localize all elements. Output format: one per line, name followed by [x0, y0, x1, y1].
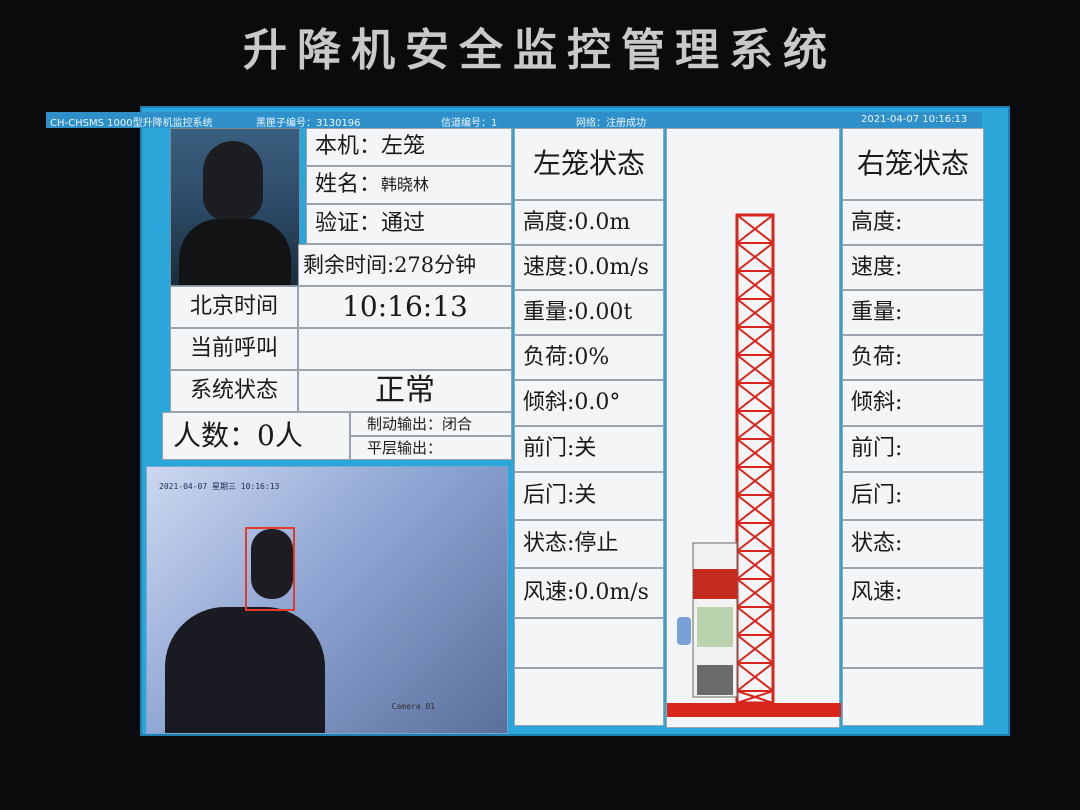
camera-overlay-id: Camera 01 [391, 702, 435, 711]
elevator-mast-svg [667, 213, 841, 717]
left-cage-status-row: 后门:关 [514, 472, 664, 520]
right-cage-status-row: 前门: [842, 426, 984, 472]
right-cage-title: 右笼状态 [842, 128, 984, 200]
verification-status: 验证：通过 [306, 204, 512, 244]
operator-name-label: 姓名： [315, 172, 382, 197]
brake-output: 制动输出：闭合 [350, 412, 512, 436]
system-status-value: 正常 [298, 370, 512, 412]
left-cage-status-row: 倾斜:0.0° [514, 380, 664, 426]
mast-lattice [736, 214, 774, 704]
beijing-time-value: 10:16:13 [298, 286, 512, 328]
left-cage-status-row: 重量:0.00t [514, 290, 664, 335]
right-cage-status-row [842, 668, 984, 726]
remaining-time: 剩余时间:278分钟 [298, 244, 512, 286]
monitor-bezel-title: 升降机安全监控管理系统 [243, 25, 837, 76]
network-status: 网络：注册成功 [576, 118, 646, 129]
channel-number: 信道编号：1 [441, 118, 498, 129]
photo-body [179, 219, 291, 285]
system-name: CH-CHSMS 1000型升降机监控系统 [50, 118, 213, 129]
right-cage-status-row [842, 618, 984, 668]
camera-overlay-timestamp: 2021-04-07 星期三 10:16:13 [159, 482, 280, 491]
right-cage-status-row: 倾斜: [842, 380, 984, 426]
cage-top-band [693, 569, 737, 599]
right-cage-status-row: 状态: [842, 520, 984, 568]
operator-photo [170, 128, 300, 286]
right-cage-status-row: 负荷: [842, 335, 984, 380]
cage-window [697, 607, 733, 647]
counterweight [677, 617, 691, 645]
blackbox-number: 黑匣子编号：3130196 [256, 118, 361, 129]
level-output: 平层输出： [350, 436, 512, 460]
left-cage-status-row: 负荷:0% [514, 335, 664, 380]
elevator-diagram [666, 128, 841, 728]
operator-name-row: 姓名： 韩晓林 [306, 166, 512, 204]
left-cage-status-row [514, 618, 664, 668]
current-call-label: 当前呼叫 [170, 328, 298, 370]
right-cage-status-row: 高度: [842, 200, 984, 245]
right-cage-status-row: 风速: [842, 568, 984, 618]
datetime: 2021-04-07 10:16:13 [861, 114, 968, 125]
beijing-time-label: 北京时间 [170, 286, 298, 328]
current-call-value [298, 328, 512, 370]
operator-name-value: 韩晓林 [381, 175, 430, 194]
mast-base [667, 703, 841, 717]
status-bar: CH-CHSMS 1000型升降机监控系统 黑匣子编号：3130196 信道编号… [46, 112, 982, 129]
photo-head [203, 141, 263, 221]
left-cage-status-row: 状态:停止 [514, 520, 664, 568]
left-cage-status-row: 速度:0.0m/s [514, 245, 664, 290]
left-cage-status-row: 高度:0.0m [514, 200, 664, 245]
people-count: 人数：0人 [162, 412, 350, 460]
right-cage-status-row: 重量: [842, 290, 984, 335]
face-detection-box [245, 527, 295, 611]
right-cage-status-row: 速度: [842, 245, 984, 290]
left-cage-title: 左笼状态 [514, 128, 664, 200]
system-status-label: 系统状态 [170, 370, 298, 412]
cage-bottom-panel [697, 665, 733, 695]
right-cage-status-row: 后门: [842, 472, 984, 520]
left-cage-status-row [514, 668, 664, 726]
camera-feed: 2021-04-07 星期三 10:16:13 Camera 01 [146, 466, 508, 734]
left-cage-status-row: 风速:0.0m/s [514, 568, 664, 618]
left-cage-status-row: 前门:关 [514, 426, 664, 472]
machine-cage-label: 本机：左笼 [306, 128, 512, 166]
camera-person [165, 607, 325, 733]
